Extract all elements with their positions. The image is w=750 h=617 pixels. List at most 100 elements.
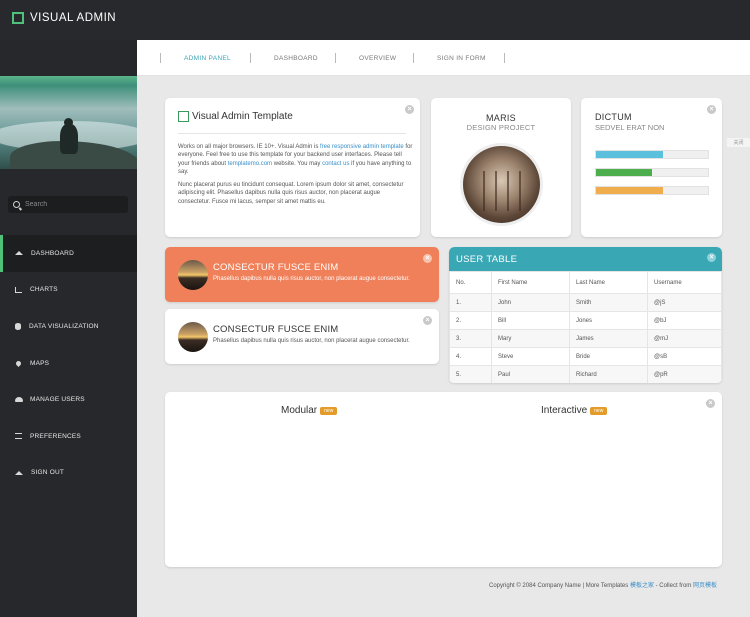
eject-icon bbox=[15, 470, 23, 475]
table-cell: Bill bbox=[491, 311, 570, 330]
sidebar-item-maps[interactable]: MAPS bbox=[0, 345, 137, 382]
template-square-icon bbox=[178, 111, 189, 122]
consectur-card-highlight: CONSECTUR FUSCE ENIM Phasellus dapibus n… bbox=[165, 247, 439, 302]
table-cell: @bJ bbox=[647, 311, 722, 330]
consectur-text: Phasellus dapibus nulla quis risus aucto… bbox=[213, 276, 410, 282]
column-header: No. bbox=[449, 271, 492, 294]
sidebar-item-label: CHARTS bbox=[30, 286, 58, 294]
user-table-title: USER TABLE bbox=[456, 254, 518, 265]
contact-us-link[interactable]: contact us bbox=[322, 161, 349, 167]
close-side-tab[interactable]: 关闭 bbox=[727, 138, 750, 147]
table-cell: Paul bbox=[491, 365, 570, 383]
dictum-title: DICTUM bbox=[595, 112, 632, 122]
progress-fill-3 bbox=[596, 187, 664, 194]
sidebar-item-label: DATA VISUALIZATION bbox=[29, 322, 99, 330]
table-cell: Bride bbox=[569, 347, 648, 366]
table-cell: 3. bbox=[449, 329, 492, 348]
tab-dashboard[interactable]: DASHBOARD bbox=[274, 40, 318, 76]
user-table: No. First Name Last Name Username 1. John… bbox=[449, 271, 722, 383]
close-icon[interactable]: × bbox=[423, 254, 432, 263]
sidebar-item-charts[interactable]: CHARTS bbox=[0, 272, 137, 309]
sidebar-item-manage-users[interactable]: MANAGE USERS bbox=[0, 381, 137, 418]
table-cell: @mJ bbox=[647, 329, 722, 348]
template-title-text: Visual Admin Template bbox=[192, 111, 293, 122]
more-templates-link[interactable]: 模板之家 bbox=[630, 583, 654, 589]
footer: Copyright © 2084 Company Name | More Tem… bbox=[489, 583, 717, 589]
table-cell: John bbox=[491, 293, 570, 312]
modular-interactive-card: Modular new Interactive new × bbox=[165, 392, 722, 567]
brand-logo[interactable]: VISUAL ADMIN bbox=[12, 12, 116, 24]
tab-admin-panel[interactable]: ADMIN PANEL bbox=[184, 40, 231, 76]
consectur-text: Phasellus dapibus nulla quis risus aucto… bbox=[213, 338, 410, 344]
dictum-subtitle: SEDVEL ERAT NON bbox=[595, 123, 665, 132]
table-cell: Steve bbox=[491, 347, 570, 366]
table-row: 2. Bill Jones @bJ bbox=[449, 311, 722, 330]
close-icon[interactable]: × bbox=[423, 316, 432, 325]
table-row: 5. Paul Richard @pR bbox=[449, 365, 722, 383]
maris-subtitle: DESIGN PROJECT bbox=[466, 123, 536, 132]
table-cell: Jones bbox=[569, 311, 648, 330]
consectur-title: CONSECTUR FUSCE ENIM bbox=[213, 262, 339, 273]
template-card: Visual Admin Template × Works on all maj… bbox=[165, 98, 420, 237]
template-paragraph-1: Works on all major browsers. IE 10+. Vis… bbox=[178, 144, 413, 175]
close-icon[interactable]: × bbox=[706, 399, 715, 408]
brand-title: VISUAL ADMIN bbox=[30, 12, 117, 24]
table-cell: @jS bbox=[647, 293, 722, 312]
table-cell: Smith bbox=[569, 293, 648, 312]
close-icon[interactable]: × bbox=[707, 105, 716, 114]
database-icon bbox=[15, 322, 21, 330]
sidebar-item-sign-out[interactable]: SIGN OUT bbox=[0, 455, 137, 492]
nav-separator bbox=[335, 53, 336, 63]
sidebar-item-label: MANAGE USERS bbox=[30, 396, 85, 404]
table-row: 3. Mary James @mJ bbox=[449, 329, 722, 348]
templatemo-link[interactable]: templatemo.com bbox=[228, 161, 272, 167]
progress-bar-1 bbox=[595, 150, 709, 159]
nav-separator bbox=[250, 53, 251, 63]
sliders-icon bbox=[15, 433, 22, 440]
sidebar-item-data-visualization[interactable]: DATA VISUALIZATION bbox=[0, 308, 137, 345]
map-marker-icon bbox=[14, 359, 23, 367]
sidebar-item-preferences[interactable]: PREFERENCES bbox=[0, 418, 137, 455]
close-icon[interactable]: × bbox=[405, 105, 414, 114]
nav-separator bbox=[160, 53, 161, 63]
progress-fill-2 bbox=[596, 169, 652, 176]
table-cell: Mary bbox=[491, 329, 570, 348]
hero-person bbox=[60, 124, 78, 154]
progress-bar-3 bbox=[595, 186, 709, 195]
tab-sign-in-form[interactable]: SIGN IN FORM bbox=[437, 40, 486, 76]
sidebar-search[interactable] bbox=[8, 196, 128, 213]
nav-separator bbox=[504, 53, 505, 63]
sidebar-hero-image bbox=[0, 76, 137, 169]
sidebar-item-dashboard[interactable]: DASHBOARD bbox=[0, 235, 137, 272]
table-cell: 2. bbox=[449, 311, 492, 330]
new-badge: new bbox=[590, 406, 608, 415]
consectur-title: CONSECTUR FUSCE ENIM bbox=[213, 324, 339, 335]
table-cell: Richard bbox=[569, 365, 648, 383]
free-template-link[interactable]: free responsive admin template bbox=[320, 144, 404, 150]
sunset-avatar bbox=[178, 260, 208, 290]
collect-from-link[interactable]: 网页模板 bbox=[693, 583, 717, 589]
table-cell: 1. bbox=[449, 293, 492, 312]
table-cell: James bbox=[569, 329, 648, 348]
progress-bar-2 bbox=[595, 168, 709, 177]
template-paragraph-2: Nunc placerat purus eu tincidunt consequ… bbox=[178, 182, 404, 205]
new-badge: new bbox=[320, 406, 338, 415]
sunset-avatar bbox=[178, 322, 208, 352]
maris-card: MARIS DESIGN PROJECT bbox=[431, 98, 571, 237]
table-cell: 4. bbox=[449, 347, 492, 366]
nav-separator bbox=[413, 53, 414, 63]
search-input[interactable] bbox=[25, 201, 125, 208]
search-icon bbox=[13, 201, 20, 208]
table-cell: @pR bbox=[647, 365, 722, 383]
home-icon bbox=[15, 251, 23, 256]
users-icon bbox=[15, 397, 23, 403]
consectur-card: CONSECTUR FUSCE ENIM Phasellus dapibus n… bbox=[165, 309, 439, 364]
maris-project-image bbox=[460, 143, 543, 226]
table-header-row: No. First Name Last Name Username bbox=[449, 271, 722, 294]
tab-overview[interactable]: OVERVIEW bbox=[359, 40, 396, 76]
interactive-label: Interactive new bbox=[541, 405, 608, 416]
table-row: 4. Steve Bride @sB bbox=[449, 347, 722, 366]
sidebar-item-label: DASHBOARD bbox=[31, 249, 74, 257]
close-icon[interactable]: × bbox=[707, 253, 716, 262]
template-card-title: Visual Admin Template bbox=[178, 111, 293, 122]
